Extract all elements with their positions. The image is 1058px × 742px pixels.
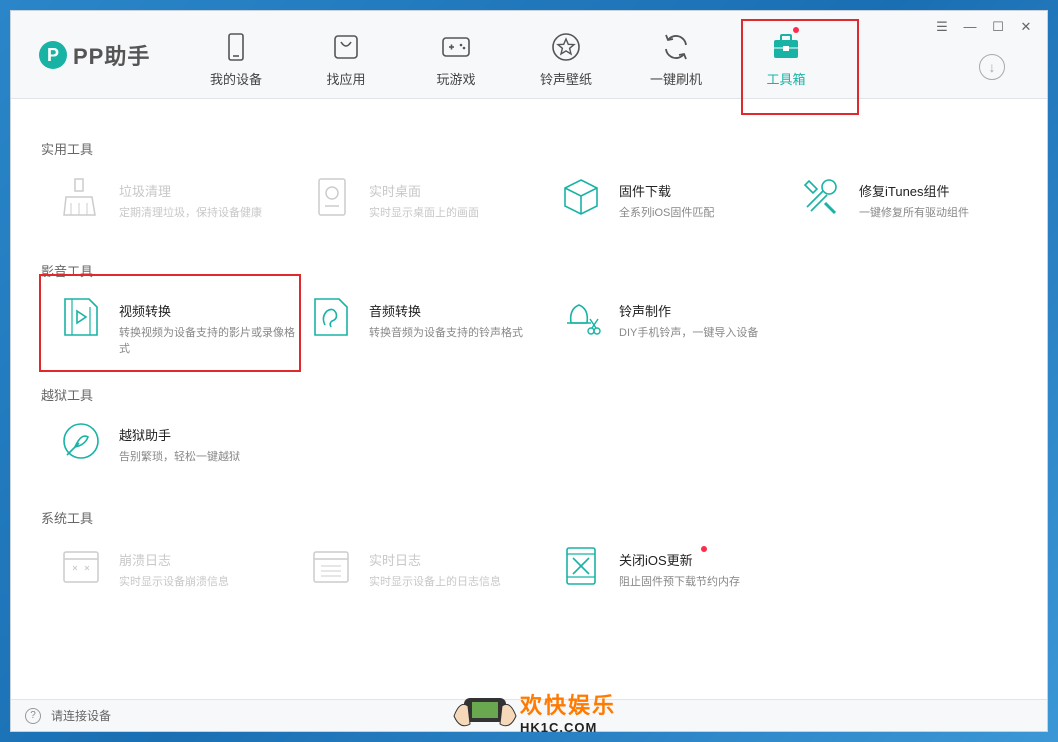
section-title-jailbreak: 越狱工具 bbox=[41, 388, 94, 403]
logo: P PP助手 bbox=[39, 39, 150, 71]
nav-label: 我的设备 bbox=[209, 72, 262, 87]
crash-log-icon bbox=[63, 551, 99, 583]
jailbreak-icon bbox=[63, 423, 99, 459]
gamepad-hands-icon bbox=[453, 698, 517, 727]
video-convert-highlight-box bbox=[39, 274, 301, 372]
nav-find-apps[interactable]: 找应用 bbox=[291, 11, 401, 99]
connection-status: 请连接设备 bbox=[51, 709, 112, 723]
watermark-cn: 欢快娱乐 bbox=[520, 692, 617, 718]
nav-games[interactable]: 玩游戏 bbox=[401, 11, 511, 99]
tool-ringtone-maker[interactable]: 铃声制作 DIY手机铃声，一键导入设备 bbox=[561, 297, 801, 341]
tool-name: 关闭iOS更新 bbox=[619, 553, 693, 568]
logo-mark: P bbox=[39, 41, 67, 69]
tool-name: 铃声制作 bbox=[619, 304, 672, 319]
brush-icon bbox=[63, 178, 96, 216]
header: P PP助手 我的设备 找应用 玩游戏 铃声壁纸 一键刷机 工具箱 ☰ — ☐ … bbox=[11, 11, 1047, 115]
section-title-practical: 实用工具 bbox=[41, 142, 94, 157]
audio-file-icon bbox=[314, 298, 348, 336]
nav-label: 玩游戏 bbox=[436, 72, 476, 87]
tool-desc: 全系列iOS固件匹配 bbox=[619, 207, 715, 219]
tool-name: 音频转换 bbox=[369, 304, 422, 319]
bag-icon bbox=[334, 35, 358, 59]
tool-crash-log[interactable]: 崩溃日志实时显示设备崩溃信息 bbox=[61, 546, 301, 590]
tool-name: 修复iTunes组件 bbox=[859, 184, 950, 199]
tool-name: 实时桌面 bbox=[369, 184, 422, 199]
tool-desc: 定期清理垃圾，保持设备健康 bbox=[119, 207, 262, 219]
phone-block-icon bbox=[566, 547, 596, 585]
nav-flash[interactable]: 一键刷机 bbox=[621, 11, 731, 99]
menu-icon[interactable]: ☰ bbox=[935, 19, 949, 35]
new-badge-dot bbox=[701, 546, 707, 552]
tool-desc: 告别繁琐，轻松一键越狱 bbox=[119, 451, 240, 463]
nav-label: 找应用 bbox=[326, 72, 366, 87]
tool-name: 越狱助手 bbox=[119, 428, 172, 443]
gamepad-icon bbox=[442, 37, 470, 57]
tools-content: 实用工具 垃圾清理定期清理垃圾，保持设备健康 实时桌面实时显示桌面上的画面 固件… bbox=[11, 99, 1047, 699]
nav-label: 一键刷机 bbox=[649, 72, 702, 87]
watermark: 欢快娱乐 HK1C.COM bbox=[450, 686, 616, 736]
tool-desc: 转换音频为设备支持的铃声格式 bbox=[369, 327, 523, 339]
log-icon bbox=[313, 551, 349, 583]
tool-desc: DIY手机铃声，一键导入设备 bbox=[619, 327, 759, 339]
tool-name: 固件下载 bbox=[619, 184, 672, 199]
tool-desc: 实时显示桌面上的画面 bbox=[369, 207, 479, 219]
tool-live-log[interactable]: 实时日志实时显示设备上的日志信息 bbox=[311, 546, 551, 590]
download-icon[interactable]: ↓ bbox=[979, 54, 1005, 80]
phone-icon bbox=[228, 33, 244, 61]
tool-desc: 实时显示设备上的日志信息 bbox=[369, 576, 501, 588]
nav-my-device[interactable]: 我的设备 bbox=[181, 11, 291, 99]
app-window: P PP助手 我的设备 找应用 玩游戏 铃声壁纸 一键刷机 工具箱 ☰ — ☐ … bbox=[10, 10, 1048, 732]
tool-name: 实时日志 bbox=[369, 553, 422, 568]
maximize-icon[interactable]: ☐ bbox=[991, 19, 1005, 35]
wrench-icon bbox=[803, 179, 837, 215]
cube-icon bbox=[564, 179, 598, 215]
tool-desc: 阻止固件预下载节约内存 bbox=[619, 576, 740, 588]
tool-desc: 一键修复所有驱动组件 bbox=[859, 207, 969, 219]
minimize-icon[interactable]: — bbox=[963, 19, 977, 35]
tool-firmware-download[interactable]: 固件下载全系列iOS固件匹配 bbox=[561, 177, 801, 221]
tool-name: 崩溃日志 bbox=[119, 553, 172, 568]
desktop-icon bbox=[318, 178, 346, 216]
tool-live-desktop[interactable]: 实时桌面实时显示桌面上的画面 bbox=[311, 177, 551, 221]
tool-disable-ios-update[interactable]: 关闭iOS更新阻止固件预下载节约内存 bbox=[561, 546, 801, 590]
close-icon[interactable]: ✕ bbox=[1019, 19, 1033, 35]
star-icon bbox=[552, 33, 580, 61]
tool-audio-convert[interactable]: 音频转换转换音频为设备支持的铃声格式 bbox=[311, 297, 551, 341]
help-icon[interactable]: ? bbox=[25, 707, 41, 724]
refresh-icon bbox=[665, 34, 687, 60]
tool-jailbreak-assistant[interactable]: 越狱助手告别繁琐，轻松一键越狱 bbox=[61, 421, 301, 465]
section-title-system: 系统工具 bbox=[41, 511, 94, 526]
nav-ringtones[interactable]: 铃声壁纸 bbox=[511, 11, 621, 99]
tool-desc: 实时显示设备崩溃信息 bbox=[119, 576, 229, 588]
tool-name: 垃圾清理 bbox=[119, 184, 172, 199]
nav-label: 铃声壁纸 bbox=[539, 72, 592, 87]
tool-junk-clean[interactable]: 垃圾清理定期清理垃圾，保持设备健康 bbox=[61, 177, 301, 221]
logo-text: PP助手 bbox=[73, 44, 151, 69]
watermark-en: HK1C.COM bbox=[520, 719, 598, 735]
window-controls: ☰ — ☐ ✕ bbox=[935, 19, 1033, 35]
bell-scissors-icon bbox=[567, 304, 601, 335]
tool-repair-itunes[interactable]: 修复iTunes组件一键修复所有驱动组件 bbox=[801, 177, 1041, 221]
